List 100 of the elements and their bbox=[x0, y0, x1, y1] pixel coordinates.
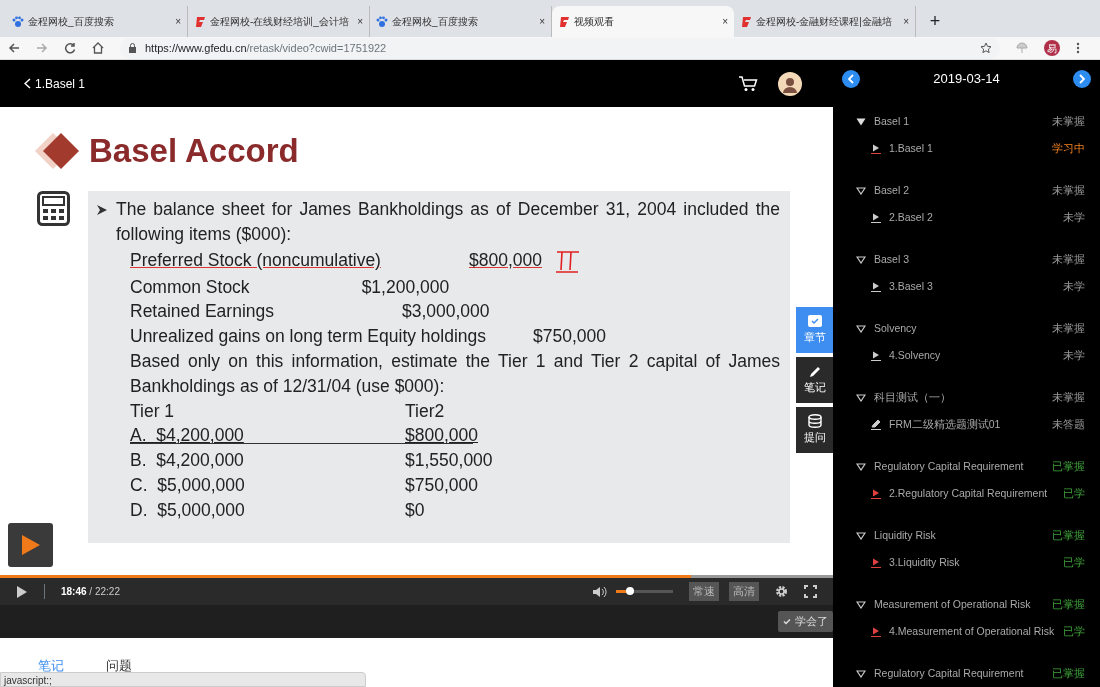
play-icon bbox=[20, 534, 41, 556]
previous-button[interactable] bbox=[842, 70, 860, 88]
item-label: Preferred Stock (noncumulative) bbox=[130, 249, 381, 273]
star-icon[interactable] bbox=[980, 42, 992, 54]
question-text: Based only on this information, estimate the Tier 1 and Tier 2 capital of James Bankholdings as of 12/31/04 (use $000): bbox=[130, 350, 780, 398]
answer-option: D. $5,000,000 bbox=[130, 499, 245, 520]
speed-button[interactable]: 常速 bbox=[689, 582, 719, 601]
lesson-title: 3.Basel 3 bbox=[889, 278, 934, 294]
status-label: 学习中 bbox=[1052, 140, 1085, 156]
date-label: 2019-03-14 bbox=[933, 70, 1000, 89]
play-icon[interactable] bbox=[16, 584, 28, 599]
new-tab-button[interactable]: + bbox=[924, 10, 946, 32]
item-value: $3,000,000 bbox=[402, 300, 490, 324]
lesson-row[interactable]: 3.Basel 3 未学 bbox=[833, 273, 1100, 300]
close-icon[interactable]: × bbox=[722, 14, 728, 29]
database-icon bbox=[806, 414, 823, 430]
slide-title: Basel Accord bbox=[89, 131, 299, 171]
lesson-row[interactable]: 4.Measurement of Operational Risk 已学 bbox=[833, 618, 1100, 645]
menu-icon[interactable] bbox=[1076, 42, 1080, 54]
browser-tab[interactable]: 视频观看 × bbox=[552, 6, 734, 37]
column-heading: Tier2 bbox=[405, 399, 445, 423]
chapter-row[interactable]: Regulatory Capital Requirement 已掌握 bbox=[833, 660, 1100, 687]
paw-icon bbox=[12, 15, 24, 28]
fullscreen-icon[interactable] bbox=[804, 585, 817, 598]
volume-icon[interactable] bbox=[592, 585, 608, 598]
answer-value: $0 bbox=[405, 498, 425, 522]
status-label: 已学 bbox=[1063, 485, 1085, 501]
close-icon[interactable]: × bbox=[357, 14, 363, 29]
item-label: Unrealized gains on long term Equity holdings bbox=[130, 325, 487, 349]
chevron-right-icon bbox=[1079, 74, 1085, 84]
current-time: 18:46 bbox=[61, 586, 87, 597]
back-link[interactable]: 1.Basel 1 bbox=[24, 74, 86, 93]
reload-icon[interactable] bbox=[64, 42, 76, 54]
lesson-row[interactable]: 1.Basel 1 学习中 bbox=[833, 135, 1100, 162]
home-icon[interactable] bbox=[92, 42, 104, 54]
chapter-title: Liquidity Risk bbox=[874, 527, 937, 543]
answer-option: C. $5,000,000 bbox=[130, 474, 245, 495]
lesson-title: 4.Solvency bbox=[889, 347, 942, 363]
status-label: 未掌握 bbox=[1052, 182, 1085, 198]
address-field[interactable]: https://www.gfedu.cn/retask/video?cwid=1751922 bbox=[120, 37, 1000, 59]
chapter-title: Regulatory Capital Requirement bbox=[874, 458, 1025, 474]
chapter-row[interactable]: Basel 2 未掌握 bbox=[833, 177, 1100, 204]
chapter-title: Regulatory Capital Requirement bbox=[874, 665, 1025, 681]
side-tool-button[interactable]: 提问 bbox=[796, 407, 833, 453]
settings-icon[interactable] bbox=[775, 585, 788, 598]
logo-icon bbox=[558, 15, 570, 28]
logo-icon bbox=[194, 15, 206, 28]
lock-icon bbox=[128, 43, 137, 53]
status-label: 未答题 bbox=[1052, 416, 1085, 432]
status-label: 已掌握 bbox=[1052, 665, 1085, 681]
status-label: 未学 bbox=[1063, 347, 1085, 363]
answer-option: A. $4,200,000 bbox=[130, 425, 244, 446]
status-label: 已学 bbox=[1063, 623, 1085, 639]
chapter-row[interactable]: 科目测试（一） 未掌握 bbox=[833, 384, 1100, 411]
chevron-left-icon bbox=[24, 78, 31, 89]
close-icon[interactable]: × bbox=[175, 14, 181, 29]
chapter-title: Basel 1 bbox=[874, 113, 911, 129]
cart-icon[interactable] bbox=[738, 75, 758, 92]
checkbox-icon bbox=[806, 314, 823, 330]
chapter-row[interactable]: Liquidity Risk 已掌握 bbox=[833, 522, 1100, 549]
close-icon[interactable]: × bbox=[539, 14, 545, 29]
status-label: 已掌握 bbox=[1052, 596, 1085, 612]
check-icon bbox=[783, 618, 791, 625]
lesson-title: FRM二级精选题测试01 bbox=[889, 416, 1002, 432]
logo-icon bbox=[740, 15, 752, 28]
intro-paragraph: The balance sheet for James Bankholdings as of December 31, 2004 included the following items ($000): bbox=[116, 198, 780, 246]
answer-value: $750,000 bbox=[405, 473, 478, 497]
chapter-row[interactable]: Solvency 未掌握 bbox=[833, 315, 1100, 342]
lesson-title: 3.Liquidity Risk bbox=[889, 554, 961, 570]
play-icon bbox=[871, 626, 881, 637]
side-tool-button[interactable]: 笔记 bbox=[796, 357, 833, 403]
lesson-row[interactable]: 4.Solvency 未学 bbox=[833, 342, 1100, 369]
item-value: $750,000 bbox=[533, 325, 607, 349]
volume-slider[interactable] bbox=[616, 590, 673, 593]
mastered-button[interactable]: 学会了 bbox=[778, 611, 833, 632]
chapter-row[interactable]: Basel 3 未掌握 bbox=[833, 246, 1100, 273]
lesson-title: 1.Basel 1 bbox=[889, 140, 934, 156]
close-icon[interactable]: × bbox=[903, 14, 909, 29]
lesson-row[interactable]: 3.Liquidity Risk 已学 bbox=[833, 549, 1100, 576]
chapter-row[interactable]: Regulatory Capital Requirement 已掌握 bbox=[833, 453, 1100, 480]
chapter-row[interactable]: Measurement of Operational Risk 已掌握 bbox=[833, 591, 1100, 618]
avatar[interactable] bbox=[778, 71, 802, 96]
next-button[interactable] bbox=[1073, 70, 1091, 88]
profile-avatar[interactable]: 易 bbox=[1044, 40, 1060, 56]
calculator-icon bbox=[37, 191, 70, 226]
arrow-bullet-icon bbox=[96, 204, 108, 216]
play-icon bbox=[871, 557, 881, 568]
quality-button[interactable]: 高清 bbox=[729, 582, 759, 601]
item-value: $1,200,000 bbox=[361, 275, 450, 299]
pencil-icon bbox=[871, 419, 881, 430]
play-icon bbox=[871, 143, 881, 154]
lesson-title: 4.Measurement of Operational Risk bbox=[889, 623, 1055, 639]
lesson-row[interactable]: 2.Basel 2 未学 bbox=[833, 204, 1100, 231]
lesson-row[interactable]: 2.Regulatory Capital Requirement 已学 bbox=[833, 480, 1100, 507]
back-icon[interactable] bbox=[8, 42, 20, 54]
paw-icon bbox=[376, 15, 388, 28]
chapter-row[interactable]: Basel 1 未掌握 bbox=[833, 108, 1100, 135]
volume-thumb[interactable] bbox=[626, 587, 635, 595]
play-button[interactable] bbox=[8, 523, 53, 567]
lesson-row[interactable]: FRM二级精选题测试01 未答题 bbox=[833, 411, 1100, 438]
